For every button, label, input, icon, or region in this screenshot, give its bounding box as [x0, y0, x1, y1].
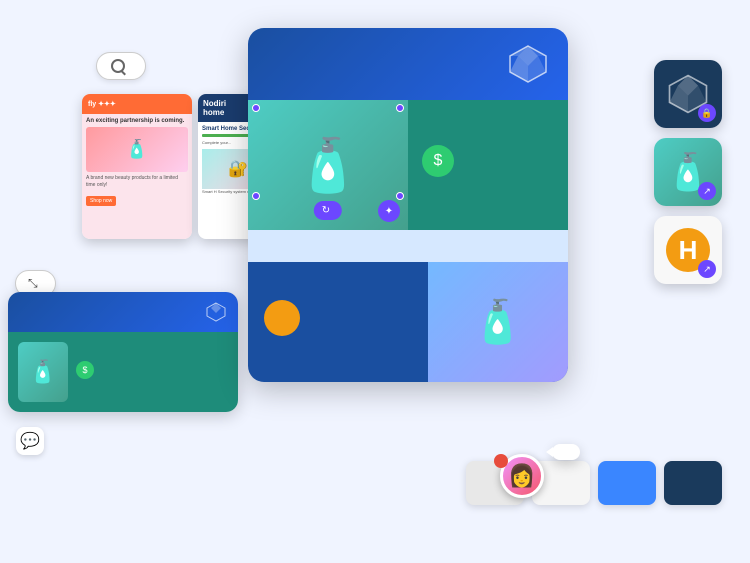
share-badge-h[interactable]: ↗ — [698, 260, 716, 278]
thumb1-header: fly ✦✦✦ — [82, 94, 192, 114]
image-edit-icon[interactable]: ✦ — [378, 200, 400, 222]
thumb1-text: A brand new beauty products for a limite… — [86, 175, 188, 189]
right-icon-spray[interactable]: 🧴 ↗ — [654, 138, 722, 206]
collab-image-area[interactable]: 🧴 — [428, 262, 568, 382]
share-badge-icon[interactable]: ↗ — [698, 182, 716, 200]
selection-corner-tl — [252, 104, 260, 112]
replace-icon: ↻ — [322, 205, 330, 216]
thumb1-cta[interactable]: Shop now — [86, 196, 116, 206]
notification-dot — [494, 454, 508, 468]
search-icon — [111, 59, 125, 73]
scent-info-area: $ — [408, 133, 568, 197]
edit-icon-symbol: ✦ — [385, 206, 393, 217]
product-image-area[interactable]: 🧴 ↻ ✦ — [248, 100, 408, 230]
thumb1-image: 🧴 — [86, 127, 188, 172]
scent-dollar-icon: $ — [422, 145, 454, 177]
thumb2-logo-text: Nodirihome — [203, 99, 226, 117]
right-icon-gem[interactable]: 🔒 — [654, 60, 722, 128]
card-section2 — [248, 230, 568, 262]
preview-scent-info: $ — [76, 361, 228, 383]
replace-image-button[interactable]: ↻ — [314, 201, 342, 220]
selection-corner-tr — [396, 104, 404, 112]
lock-badge-icon: 🔒 — [698, 104, 716, 122]
preview-product-image: 🧴 — [18, 342, 68, 402]
preview-card-header — [8, 292, 238, 332]
resize-icon: ⤡ — [28, 276, 38, 291]
collab-text-area — [248, 262, 428, 382]
preview-card[interactable]: 🧴 $ — [8, 292, 238, 412]
color-swatch-dark[interactable] — [664, 461, 722, 505]
search-bar[interactable] — [96, 52, 146, 80]
right-panel: 🔒 🧴 ↗ H ↗ — [654, 60, 722, 284]
card-logo-icon — [508, 44, 548, 84]
card-section3: 🧴 — [248, 262, 568, 382]
preview-card-logo — [206, 302, 226, 322]
thumb1-body: An exciting partnership is coming. 🧴 A b… — [82, 114, 192, 239]
template-thumb-1[interactable]: fly ✦✦✦ An exciting partnership is comin… — [82, 94, 192, 239]
thumb1-headline: An exciting partnership is coming. — [86, 118, 188, 124]
chat-icon-symbol: 💬 — [20, 431, 40, 451]
preview-scent-icon: $ — [76, 361, 94, 379]
avatar-area: 👩 — [500, 454, 544, 498]
preview-section1: 🧴 $ — [8, 332, 238, 412]
selection-corner-br — [396, 192, 404, 200]
thumb1-logo-text: fly ✦✦✦ — [88, 100, 116, 108]
color-swatch-blue[interactable] — [598, 461, 656, 505]
card-section1: 🧴 ↻ ✦ $ — [248, 100, 568, 230]
main-newsletter-card: 🧴 ↻ ✦ $ — [248, 28, 568, 382]
approval-tooltip — [552, 444, 580, 460]
right-icon-h[interactable]: H ↗ — [654, 216, 722, 284]
collab-h-icon — [264, 300, 300, 336]
collab-spray-icon: 🧴 — [472, 298, 524, 347]
selection-corner-bl — [252, 192, 260, 200]
chat-icon-button[interactable]: 💬 — [16, 427, 44, 455]
product-spray-icon: 🧴 — [296, 135, 361, 196]
card-header — [248, 28, 568, 100]
